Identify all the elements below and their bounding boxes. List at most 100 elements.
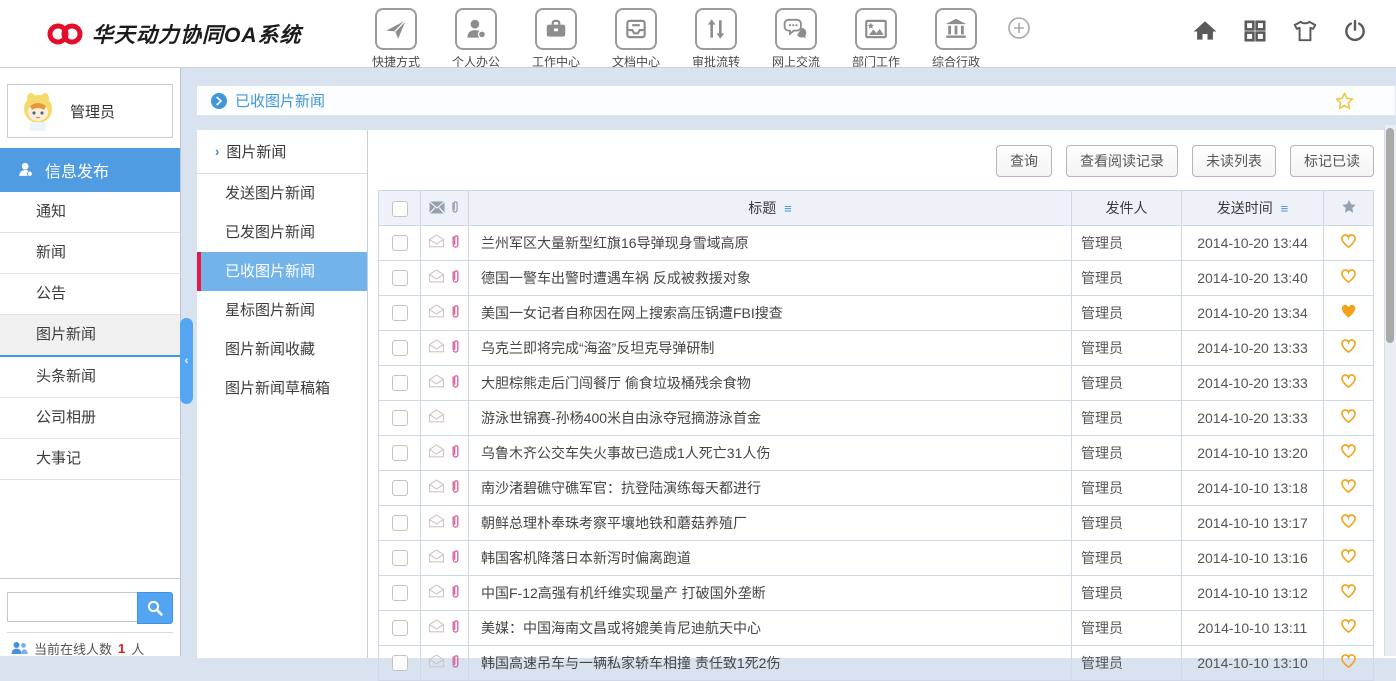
- sort-icon[interactable]: ≡: [784, 201, 792, 216]
- heart-outline-icon[interactable]: [1339, 442, 1358, 459]
- heart-outline-icon[interactable]: [1339, 512, 1358, 529]
- nav-item-7[interactable]: 部门工作: [845, 8, 907, 70]
- submenu-item-6[interactable]: 图片新闻草稿箱: [197, 369, 367, 408]
- sort-icon[interactable]: ≡: [1281, 201, 1289, 216]
- news-title-link[interactable]: 美媒：中国海南文昌或将媲美肯尼迪航天中心: [481, 620, 761, 636]
- submenu-item-2[interactable]: 已发图片新闻: [197, 213, 367, 252]
- doc-tray-icon: [615, 8, 657, 50]
- news-title-link[interactable]: 乌克兰即将完成“海盗”反坦克导弹研制: [481, 340, 714, 356]
- row-checkbox[interactable]: [392, 585, 408, 601]
- sidebar-item-4[interactable]: 图片新闻: [0, 315, 180, 357]
- row-checkbox[interactable]: [392, 445, 408, 461]
- col-title-label[interactable]: 标题: [748, 200, 776, 216]
- nav-item-3[interactable]: 工作中心: [525, 8, 587, 70]
- submenu-header[interactable]: › 图片新闻: [197, 130, 367, 174]
- heart-outline-icon[interactable]: [1339, 267, 1358, 284]
- heart-filled-icon[interactable]: [1339, 302, 1358, 319]
- top-header: 华天动力协同OA系统 快捷方式个人办公工作中心文档中心审批流转网上交流部门工作综…: [0, 0, 1396, 68]
- vertical-scrollbar[interactable]: [1384, 125, 1396, 656]
- nav-item-1[interactable]: 快捷方式: [365, 8, 427, 70]
- col-sender-label[interactable]: 发件人: [1106, 200, 1148, 216]
- nav-item-8[interactable]: 综合行政: [925, 8, 987, 70]
- sidebar-item-7[interactable]: 大事记: [0, 439, 180, 480]
- paper-plane-icon: [375, 8, 417, 50]
- row-checkbox[interactable]: [392, 235, 408, 251]
- arrow-circle-icon: [211, 93, 227, 109]
- apps-icon[interactable]: [1242, 18, 1268, 44]
- news-title-link[interactable]: 大胆棕熊走后门闯餐厅 偷食垃圾桶残余食物: [481, 375, 751, 391]
- paperclip-icon: [450, 583, 461, 600]
- sender-name: 管理员: [1081, 515, 1123, 531]
- heart-outline-icon[interactable]: [1339, 477, 1358, 494]
- news-title-link[interactable]: 兰州军区大量新型红旗16导弹现身雪域高原: [481, 235, 749, 251]
- row-checkbox[interactable]: [392, 410, 408, 426]
- row-checkbox[interactable]: [392, 620, 408, 636]
- toolbar-button-3[interactable]: 未读列表: [1192, 145, 1276, 177]
- toolbar-button-2[interactable]: 查看阅读记录: [1066, 145, 1178, 177]
- heart-outline-icon[interactable]: [1339, 617, 1358, 634]
- news-title-link[interactable]: 韩国高速吊车与一辆私家轿车相撞 责任致1死2伤: [481, 655, 780, 671]
- news-title-link[interactable]: 德国一警车出警时遭遇车祸 反成被救援对象: [481, 270, 751, 286]
- main-panel: 查询查看阅读记录未读列表标记已读: [368, 130, 1396, 658]
- search-button[interactable]: [137, 592, 173, 624]
- submenu-item-5[interactable]: 图片新闻收藏: [197, 330, 367, 369]
- heart-outline-icon[interactable]: [1339, 652, 1358, 669]
- news-title-link[interactable]: 乌鲁木齐公交车失火事故已造成1人死亡31人伤: [481, 445, 770, 461]
- sidebar-item-2[interactable]: 新闻: [0, 233, 180, 274]
- power-icon[interactable]: [1342, 18, 1368, 44]
- sender-name: 管理员: [1081, 340, 1123, 356]
- nav-item-6[interactable]: 网上交流: [765, 8, 827, 70]
- sidebar-filler: [0, 480, 180, 578]
- sender-name: 管理员: [1081, 620, 1123, 636]
- tshirt-icon[interactable]: [1292, 18, 1318, 44]
- row-checkbox[interactable]: [392, 340, 408, 356]
- sidebar-item-6[interactable]: 公司相册: [0, 398, 180, 439]
- scrollbar-thumb[interactable]: [1386, 128, 1394, 343]
- submenu-item-4[interactable]: 星标图片新闻: [197, 291, 367, 330]
- heart-outline-icon[interactable]: [1339, 407, 1358, 424]
- nav-item-4[interactable]: 文档中心: [605, 8, 667, 70]
- heart-outline-icon[interactable]: [1339, 232, 1358, 249]
- sender-name: 管理员: [1081, 480, 1123, 496]
- add-module-button[interactable]: [1007, 16, 1031, 45]
- avatar: [18, 91, 58, 131]
- row-checkbox[interactable]: [392, 515, 408, 531]
- nav-item-2[interactable]: 个人办公: [445, 8, 507, 70]
- submenu-item-1[interactable]: 发送图片新闻: [197, 174, 367, 213]
- sidebar-item-5[interactable]: 头条新闻: [0, 357, 180, 398]
- news-title-link[interactable]: 游泳世锦赛-孙杨400米自由泳夺冠摘游泳首金: [481, 410, 761, 426]
- submenu-item-3[interactable]: 已收图片新闻: [197, 252, 367, 291]
- heart-outline-icon[interactable]: [1339, 582, 1358, 599]
- news-title-link[interactable]: 美国一女记者自称因在网上搜索高压锅遭FBI搜查: [481, 305, 783, 321]
- heart-outline-icon[interactable]: [1339, 372, 1358, 389]
- news-title-link[interactable]: 韩国客机降落日本新泻时偏离跑道: [481, 550, 691, 566]
- home-icon[interactable]: [1192, 18, 1218, 44]
- row-checkbox[interactable]: [392, 305, 408, 321]
- col-time-label[interactable]: 发送时间: [1217, 200, 1273, 216]
- star-outline-icon: [1334, 91, 1355, 111]
- row-checkbox[interactable]: [392, 480, 408, 496]
- sidebar-section-header[interactable]: 信息发布: [0, 148, 180, 192]
- sidebar-item-3[interactable]: 公告: [0, 274, 180, 315]
- content-panels: › 图片新闻 发送图片新闻已发图片新闻已收图片新闻星标图片新闻图片新闻收藏图片新…: [197, 130, 1396, 658]
- app-logo: 华天动力协同OA系统: [46, 19, 302, 49]
- row-checkbox[interactable]: [392, 270, 408, 286]
- table-row: 韩国高速吊车与一辆私家轿车相撞 责任致1死2伤管理员2014-10-10 13:…: [379, 646, 1374, 681]
- heart-outline-icon[interactable]: [1339, 337, 1358, 354]
- nav-item-5[interactable]: 审批流转: [685, 8, 747, 70]
- heart-outline-icon[interactable]: [1339, 547, 1358, 564]
- row-checkbox[interactable]: [392, 655, 408, 671]
- search-input[interactable]: [7, 592, 137, 622]
- favorite-page-button[interactable]: [1334, 91, 1355, 111]
- select-all-checkbox[interactable]: [392, 201, 408, 217]
- news-title-link[interactable]: 中国F-12高强有机纤维实现量产 打破国外垄断: [481, 585, 766, 601]
- toolbar-button-4[interactable]: 标记已读: [1290, 145, 1374, 177]
- sidebar-collapse-handle[interactable]: ‹: [180, 318, 193, 404]
- sidebar-item-1[interactable]: 通知: [0, 192, 180, 233]
- row-checkbox[interactable]: [392, 375, 408, 391]
- news-title-link[interactable]: 南沙渚碧礁守礁军官：抗登陆演练每天都进行: [481, 480, 761, 496]
- toolbar-button-1[interactable]: 查询: [996, 145, 1052, 177]
- toolbar: 查询查看阅读记录未读列表标记已读: [378, 130, 1374, 190]
- news-title-link[interactable]: 朝鲜总理朴奉珠考察平壤地铁和蘑菇养殖厂: [481, 515, 747, 531]
- row-checkbox[interactable]: [392, 550, 408, 566]
